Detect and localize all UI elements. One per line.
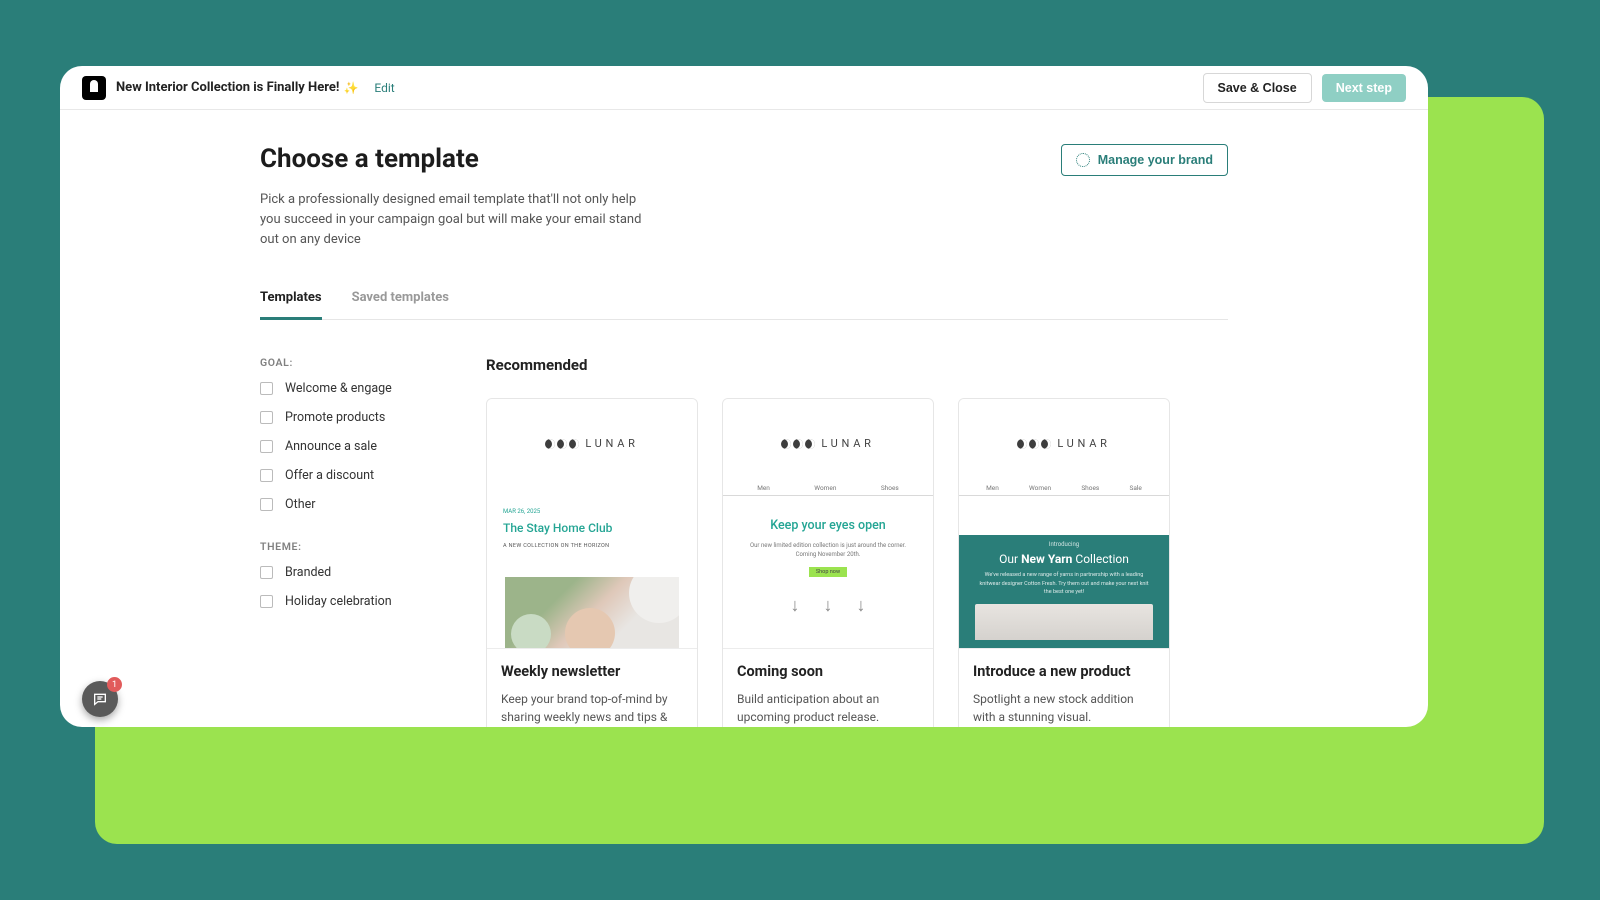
preview-date: MAR 26, 2025 [503,508,697,515]
goal-heading: GOAL: [260,356,446,369]
preview-nav: Men Women Shoes [723,484,933,496]
page-title: Choose a template [260,144,650,174]
preview-subtext: Our new limited edition collection is ju… [723,541,933,559]
save-close-button[interactable]: Save & Close [1203,73,1312,103]
checkbox-icon [260,498,273,511]
preview-brand-logo: LUNAR [487,437,697,450]
sparkle-icon: ✨ [343,81,358,95]
template-title: Coming soon [737,663,919,680]
template-desc: Build anticipation about an upcoming pro… [737,690,919,726]
preview-headline: Our New Yarn Collection [969,552,1159,566]
preview-image [975,604,1153,640]
manage-brand-button[interactable]: Manage your brand [1061,144,1228,176]
arrow-down-icon: ↓ [857,595,866,616]
next-step-button[interactable]: Next step [1322,74,1406,102]
checkbox-icon [260,566,273,579]
preview-brand-logo: LUNAR [723,437,933,450]
filter-theme-branded[interactable]: Branded [260,565,446,580]
checkbox-icon [260,595,273,608]
filter-goal-other[interactable]: Other [260,497,446,512]
chat-badge: 1 [107,677,122,692]
preview-nav: Men Women Shoes Sale [959,484,1169,496]
chat-icon [92,691,108,707]
theme-heading: THEME: [260,540,446,553]
template-preview: LUNAR MAR 26, 2025 The Stay Home Club A … [487,399,697,649]
preview-cta: Shop now [809,567,847,577]
arrow-down-icon: ↓ [824,595,833,616]
filter-theme-holiday[interactable]: Holiday celebration [260,594,446,609]
chat-fab[interactable]: 1 [82,681,118,717]
template-title: Weekly newsletter [501,663,683,680]
preview-band: Introducing Our New Yarn Collection We'v… [959,535,1169,648]
template-cards: LUNAR MAR 26, 2025 The Stay Home Club A … [486,398,1228,727]
template-card-weekly-newsletter[interactable]: LUNAR MAR 26, 2025 The Stay Home Club A … [486,398,698,727]
preview-tag: A NEW COLLECTION ON THE HORIZON [503,543,697,549]
template-title: Introduce a new product [973,663,1155,680]
checkbox-icon [260,469,273,482]
template-desc: Keep your brand top-of-mind by sharing w… [501,690,683,727]
template-preview: LUNAR Men Women Shoes Sale Introducing [959,399,1169,649]
checkbox-icon [260,411,273,424]
checkbox-icon [260,440,273,453]
palette-icon [1076,153,1090,167]
preview-headline: The Stay Home Club [503,521,697,535]
manage-brand-label: Manage your brand [1098,153,1213,167]
document-title: New Interior Collection is Finally Here! [116,80,339,95]
filter-goal-discount[interactable]: Offer a discount [260,468,446,483]
tab-templates[interactable]: Templates [260,290,322,320]
document-title-wrap: New Interior Collection is Finally Here!… [116,80,395,95]
checkbox-icon [260,382,273,395]
app-window: New Interior Collection is Finally Here!… [60,66,1428,727]
template-card-coming-soon[interactable]: LUNAR Men Women Shoes Keep your eyes ope… [722,398,934,727]
filters-sidebar: GOAL: Welcome & engage Promote products … [260,356,446,727]
preview-image [505,577,679,648]
filter-goal-sale[interactable]: Announce a sale [260,439,446,454]
edit-title-link[interactable]: Edit [374,81,394,95]
preview-headline: Keep your eyes open [723,518,933,533]
preview-brand-logo: LUNAR [959,437,1169,450]
topbar: New Interior Collection is Finally Here!… [60,66,1428,110]
template-desc: Spotlight a new stock addition with a st… [973,690,1155,726]
arrow-down-icon: ↓ [791,595,800,616]
filter-goal-promote[interactable]: Promote products [260,410,446,425]
preview-arrows: ↓ ↓ ↓ [723,595,933,616]
template-card-introduce-product[interactable]: LUNAR Men Women Shoes Sale Introducing [958,398,1170,727]
tab-saved-templates[interactable]: Saved templates [352,290,449,319]
filter-goal-welcome[interactable]: Welcome & engage [260,381,446,396]
content-area: Choose a template Pick a professionally … [60,110,1428,727]
results-heading: Recommended [486,356,1228,374]
app-logo-icon [82,76,106,100]
results-area: Recommended LUNAR MAR 26, 2025 The Stay … [486,356,1228,727]
template-preview: LUNAR Men Women Shoes Keep your eyes ope… [723,399,933,649]
page-subtitle: Pick a professionally designed email tem… [260,190,650,250]
tabs: Templates Saved templates [260,290,1228,320]
